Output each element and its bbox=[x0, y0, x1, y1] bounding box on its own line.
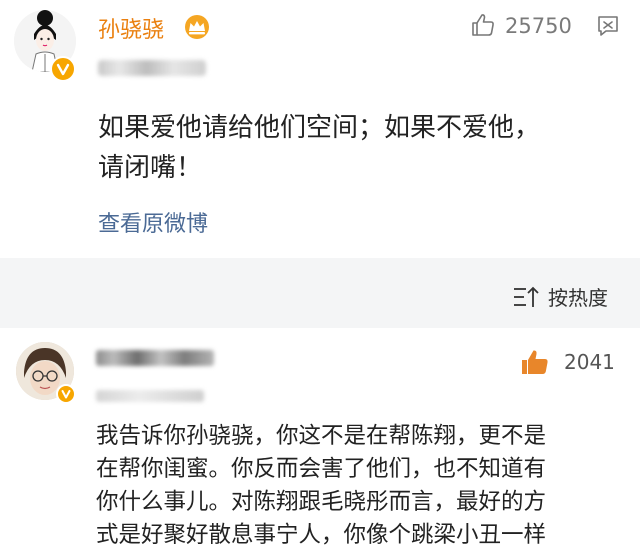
view-original-link[interactable]: 查看原微博 bbox=[98, 206, 208, 238]
post-like-count: 25750 bbox=[505, 14, 572, 38]
post-text-line: 请闭嘴！ bbox=[98, 153, 203, 183]
sort-label: 按热度 bbox=[548, 286, 608, 310]
comment-text-line: 式是好聚好散息事宁人，你像个跳梁小丑一样 bbox=[96, 522, 547, 548]
comment-bubble-icon[interactable] bbox=[596, 14, 620, 38]
sort-by-hot-button[interactable]: 按热度 bbox=[512, 282, 608, 311]
post-text: 如果爱他请给他们空间；如果不爱他， 请闭嘴！ bbox=[98, 108, 598, 188]
post-timestamp bbox=[98, 60, 206, 76]
verified-badge-icon bbox=[56, 384, 76, 404]
comment-item: 2041 我告诉你孙骁骁，你这不是在帮陈翔，更不是 在帮你闺蜜。你反而会害了他们… bbox=[0, 328, 640, 555]
commenter-name[interactable] bbox=[96, 350, 214, 366]
thumbs-up-outline-icon[interactable] bbox=[470, 12, 496, 38]
post-text-line: 如果爱他请给他们空间；如果不爱他， bbox=[98, 113, 541, 143]
sort-icon bbox=[514, 286, 539, 307]
author-name[interactable]: 孙骁骁 bbox=[98, 12, 164, 44]
crown-icon bbox=[185, 15, 209, 39]
comment-like-count: 2041 bbox=[564, 350, 615, 374]
comment-text-line: 我告诉你孙骁骁，你这不是在帮陈翔，更不是 bbox=[96, 423, 547, 449]
comment-timestamp bbox=[96, 390, 204, 402]
verified-badge-icon bbox=[50, 56, 76, 82]
original-post: 孙骁骁 25750 如果爱他请给他们空间；如果不爱他， 请闭嘴！ 查看原微博 bbox=[0, 0, 640, 258]
comment-text: 我告诉你孙骁骁，你这不是在帮陈翔，更不是 在帮你闺蜜。你反而会害了他们，也不知道… bbox=[96, 420, 626, 552]
comment-text-line: 你什么事儿。对陈翔跟毛晓彤而言，最好的方 bbox=[96, 489, 547, 515]
thumbs-up-filled-icon[interactable] bbox=[520, 348, 550, 376]
comment-text-line: 在帮你闺蜜。你反而会害了他们，也不知道有 bbox=[96, 456, 547, 482]
